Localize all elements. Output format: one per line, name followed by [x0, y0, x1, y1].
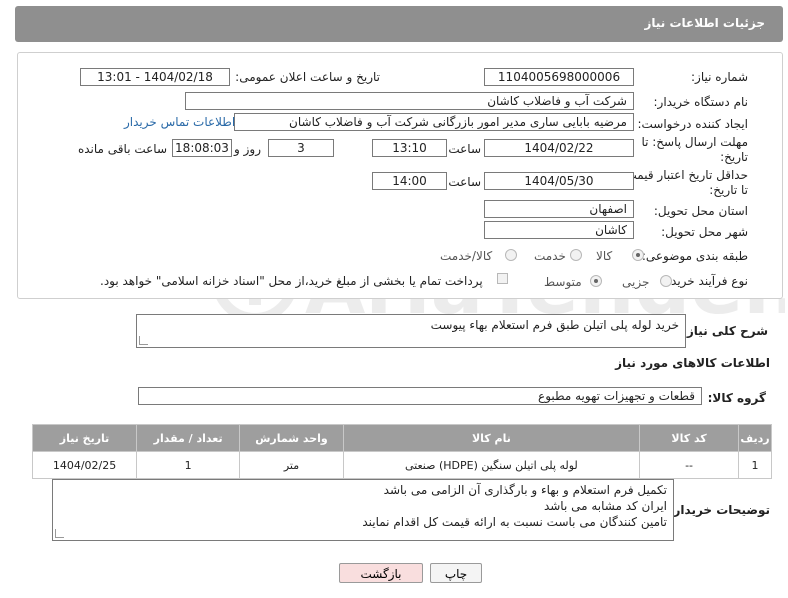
reply-deadline-label: مهلت ارسال پاسخ: تا تاریخ:: [641, 135, 748, 164]
category-radio-service[interactable]: [570, 249, 582, 261]
buyer-org-label: نام دستگاه خریدار:: [653, 95, 749, 109]
cell-goods-name: لوله پلی اتیلن سنگین (HDPE) صنعتی: [342, 451, 641, 479]
cell-need-date: 1404/02/25: [31, 451, 138, 479]
purchase-type-label: نوع فرآیند خرید :: [663, 274, 748, 288]
buyer-notes-textarea: تکمیل فرم استعلام و بهاء و بارگذاری آن ا…: [52, 479, 674, 541]
goods-group-label: گروه کالا:: [707, 391, 766, 405]
table-row: 1 -- لوله پلی اتیلن سنگین (HDPE) صنعتی م…: [31, 451, 772, 479]
col-need-date: تاریخ نیاز: [31, 424, 138, 452]
remaining-time-label: ساعت باقی مانده: [77, 142, 167, 156]
description-textarea: خرید لوله پلی اتیلن طبق فرم استعلام بهاء…: [136, 314, 686, 348]
province-label: استان محل تحویل:: [653, 204, 748, 218]
resize-grip-icon[interactable]: [139, 336, 148, 345]
cell-quantity: 1: [136, 451, 241, 479]
reply-time-label: ساعت: [448, 142, 481, 156]
page-header: جزئیات اطلاعات نیاز: [15, 6, 783, 42]
days-label: روز و: [234, 142, 261, 156]
remaining-days-field: 3: [268, 139, 334, 157]
table-header-row: ردیف کد کالا نام کالا واحد شمارش تعداد /…: [31, 424, 772, 452]
reply-deadline-time: 13:10: [372, 139, 447, 157]
price-validity-date: 1404/05/30: [484, 172, 634, 190]
creator-field: مرضیه بابایی ساری مدیر امور بازرگانی شرک…: [234, 113, 634, 131]
price-validity-time-label: ساعت: [448, 175, 481, 189]
announce-datetime-field: 1404/02/18 - 13:01: [80, 68, 230, 86]
category-goods-service-label: کالا/خدمت: [440, 249, 493, 263]
buyer-note-line: تکمیل فرم استعلام و بهاء و بارگذاری آن ا…: [383, 483, 667, 497]
buyer-org-field: شرکت آب و فاضلاب کاشان: [185, 92, 634, 110]
back-button[interactable]: بازگشت: [339, 563, 423, 583]
announce-datetime-label: تاریخ و ساعت اعلان عمومی:: [235, 70, 380, 84]
purchase-type-minor-label: جزیی: [622, 275, 650, 289]
treasury-checkbox[interactable]: [497, 273, 508, 284]
purchase-type-medium-label: متوسط: [544, 275, 582, 289]
description-text: خرید لوله پلی اتیلن طبق فرم استعلام بهاء…: [430, 318, 679, 332]
category-service-label: خدمت: [534, 249, 566, 263]
remaining-time-field: 18:08:03: [172, 139, 232, 157]
need-number-field: 1104005698000006: [484, 68, 634, 86]
buyer-notes-label: توضیحات خریدار:: [668, 503, 770, 517]
cell-row-number: 1: [738, 451, 772, 479]
col-goods-code: کد کالا: [639, 424, 740, 452]
col-goods-name: نام کالا: [342, 424, 641, 452]
goods-table: ردیف کد کالا نام کالا واحد شمارش تعداد /…: [31, 424, 772, 479]
city-field: کاشان: [484, 221, 634, 239]
category-radio-goods-service[interactable]: [505, 249, 517, 261]
category-goods-label: کالا: [596, 249, 613, 263]
resize-grip-icon[interactable]: [55, 529, 64, 538]
province-field: اصفهان: [484, 200, 634, 218]
cell-goods-code: --: [639, 451, 740, 479]
col-quantity: تعداد / مقدار: [136, 424, 241, 452]
price-validity-label: حداقل تاریخ اعتبار قیمت: تا تاریخ:: [621, 168, 748, 197]
city-label: شهر محل تحویل:: [661, 225, 748, 239]
purchase-type-radio-minor[interactable]: [660, 275, 672, 287]
need-number-label: شماره نیاز:: [691, 70, 748, 84]
buyer-note-line: تامین کنندگان می باست نسبت به ارائه قیمت…: [362, 515, 667, 529]
category-label: طبقه بندی موضوعی:: [641, 249, 748, 263]
buyer-note-line: ایران کد مشابه می باشد: [543, 499, 667, 513]
description-label: شرح کلی نیاز:: [682, 324, 768, 338]
col-unit: واحد شمارش: [239, 424, 344, 452]
category-radio-goods[interactable]: [632, 249, 644, 261]
col-row-number: ردیف: [738, 424, 772, 452]
treasury-note: پرداخت تمام یا بخشی از مبلغ خرید،از محل …: [100, 274, 483, 288]
purchase-type-radio-medium[interactable]: [590, 275, 602, 287]
price-validity-time: 14:00: [372, 172, 447, 190]
buyer-contact-link[interactable]: اطلاعات تماس خریدار: [124, 115, 235, 129]
goods-group-field: قطعات و تجهیزات تهویه مطبوع: [138, 387, 702, 405]
reply-deadline-date: 1404/02/22: [484, 139, 634, 157]
creator-label: ایجاد کننده درخواست:: [637, 117, 748, 131]
page-title: جزئیات اطلاعات نیاز: [644, 16, 765, 30]
print-button[interactable]: چاپ: [430, 563, 482, 583]
goods-section-title: اطلاعات کالاهای مورد نیاز: [615, 356, 770, 370]
cell-unit: متر: [239, 451, 344, 479]
